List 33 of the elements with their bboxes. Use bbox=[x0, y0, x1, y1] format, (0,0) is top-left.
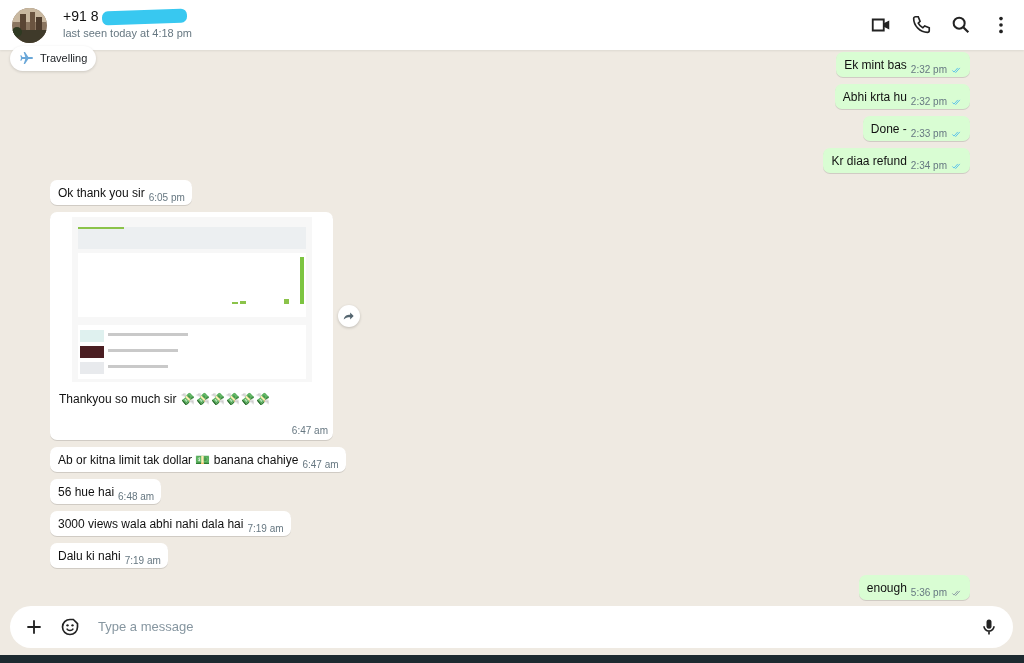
message-text: 56 hue hai bbox=[58, 484, 115, 501]
plus-icon[interactable] bbox=[24, 617, 44, 637]
message-time: 6:47 am bbox=[291, 424, 328, 438]
message-time: 2:32 pm bbox=[910, 63, 947, 77]
message-time: 6:47 am bbox=[302, 458, 339, 472]
message-field[interactable]: Type a message bbox=[10, 606, 1013, 648]
message-text: 3000 views wala abhi nahi dala hai bbox=[58, 516, 244, 533]
message-time: 5:36 pm bbox=[910, 586, 947, 600]
message-text: Ok thank you sir bbox=[58, 185, 145, 202]
phone-icon[interactable] bbox=[910, 14, 932, 36]
message-text: Kr diaa refund bbox=[831, 153, 907, 170]
message-time: 2:32 pm bbox=[910, 95, 947, 109]
message-text: Abhi krta hu bbox=[842, 89, 907, 106]
sticker-icon[interactable] bbox=[60, 617, 80, 637]
last-seen-text: last seen today at 4:18 pm bbox=[63, 26, 194, 42]
message-time: 2:33 pm bbox=[910, 127, 947, 141]
forward-button[interactable] bbox=[338, 305, 360, 327]
message-text: Ab or kitna limit tak dollar 💵 banana chahiye bbox=[58, 452, 299, 469]
contact-name: +91 8 bbox=[63, 8, 99, 26]
message-input[interactable]: Type a message bbox=[96, 616, 963, 638]
search-icon[interactable] bbox=[950, 14, 972, 36]
message-time: 7:19 am bbox=[247, 522, 284, 536]
message-time: 7:19 am bbox=[124, 554, 161, 568]
message-time: 2:34 pm bbox=[910, 159, 947, 173]
message-text: Dalu ki nahi bbox=[58, 548, 121, 565]
message-text: Ek mint bas bbox=[844, 57, 907, 74]
message-text: Thankyou so much sir 💸💸💸💸💸💸 bbox=[58, 391, 271, 408]
message-text: enough bbox=[866, 580, 907, 597]
airplane-icon bbox=[19, 50, 35, 67]
message-time: 6:48 am bbox=[118, 490, 155, 504]
status-text: Travelling bbox=[40, 51, 88, 66]
message-time: 6:05 pm bbox=[148, 191, 185, 205]
message-text: Done - bbox=[870, 121, 907, 138]
